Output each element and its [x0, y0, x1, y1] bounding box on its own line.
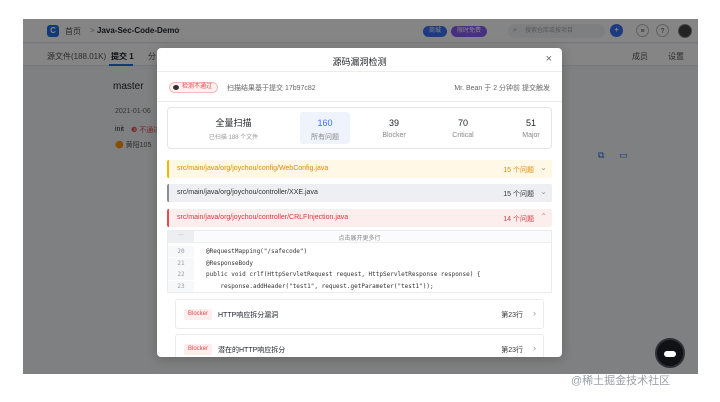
watermark-text: @稀土掘金技术社区: [571, 375, 671, 387]
severity-badge: Blocker: [184, 309, 213, 320]
chevron-down-icon: ⌄: [540, 187, 547, 196]
dialog-title: 源码漏洞检测: [332, 57, 387, 67]
stat-label: 所有问题: [311, 134, 339, 141]
full-scan-summary: 全量扫描 已扫描 188 个文件: [176, 108, 291, 148]
line-source: public void crlf(HttpServletRequest requ…: [206, 271, 481, 278]
stat-all-issues[interactable]: 160 所有问题: [300, 112, 350, 144]
file-path: src/main/java/org/joychou/controller/CRL…: [177, 214, 349, 221]
stat-label: Critical: [452, 132, 474, 139]
stat-value: 51: [525, 118, 536, 128]
file-issue-count: 15 个问题: [503, 191, 534, 198]
scan-stats-panel: 全量扫描 已扫描 188 个文件 160 所有问题 39 Blocker 70 …: [167, 107, 552, 149]
file-row-xxe[interactable]: src/main/java/org/joychou/controller/XXE…: [167, 184, 552, 202]
scan-status-row: 检测不通过 扫描结果基于提交 17b97c82 Mr. Bean 于 2 分钟前…: [157, 72, 562, 102]
stat-value: 160: [317, 118, 333, 128]
trigger-info-text: Mr. Bean 于 2 分钟前 提交触发: [454, 85, 550, 92]
status-dot-icon: [173, 85, 179, 90]
file-row-crlf[interactable]: src/main/java/org/joychou/controller/CRL…: [167, 209, 552, 227]
line-number: 20: [168, 246, 194, 257]
chevron-down-icon: ⌄: [540, 163, 547, 172]
code-line: 22 public void crlf(HttpServletRequest r…: [168, 269, 551, 280]
scan-basis-text: 扫描结果基于提交 17b97c82: [227, 85, 316, 92]
stat-value: 70: [457, 118, 468, 128]
line-source: @RequestMapping("/safecode"): [206, 248, 308, 255]
file-issue-count: 15 个问题: [503, 167, 534, 174]
chevron-up-icon: ⌃: [540, 212, 547, 221]
chevron-right-icon: ›: [533, 343, 536, 353]
stat-label: Blocker: [382, 132, 406, 139]
dialog-header: 源码漏洞检测 ×: [157, 48, 562, 72]
issue-title: 潜在的HTTP响应拆分: [218, 347, 286, 354]
file-path: src/main/java/org/joychou/config/WebConf…: [177, 165, 329, 172]
file-path: src/main/java/org/joychou/controller/XXE…: [177, 189, 318, 196]
close-icon[interactable]: ×: [546, 53, 552, 65]
chevron-right-icon: ›: [533, 308, 536, 318]
line-number: 22: [168, 269, 194, 280]
line-number: 21: [168, 258, 194, 269]
code-line: 23 response.addHeader("test1", request.g…: [168, 281, 551, 292]
line-source: @ResponseBody: [206, 260, 253, 267]
status-badge-label: 检测不通过: [182, 84, 213, 90]
file-issue-count: 14 个问题: [503, 216, 534, 223]
stat-label: Major: [522, 132, 540, 139]
issue-item[interactable]: Blocker HTTP响应拆分漏洞 第23行 ›: [175, 299, 544, 329]
assistant-robot-icon[interactable]: [655, 338, 685, 368]
issue-item[interactable]: Blocker 潜在的HTTP响应拆分 第23行 ›: [175, 334, 544, 357]
expand-more-text[interactable]: 点击展开更多行: [168, 233, 551, 242]
robot-eyes: [664, 351, 676, 357]
file-row-webconfig[interactable]: src/main/java/org/joychou/config/WebConf…: [167, 160, 552, 178]
line-number: 23: [168, 281, 194, 292]
full-scan-title: 全量扫描: [215, 118, 252, 128]
code-snippet: ··· 点击展开更多行 20 @RequestMapping("/safecod…: [167, 230, 552, 293]
line-source: response.addHeader("test1", request.getP…: [206, 283, 434, 290]
severity-badge: Blocker: [184, 344, 213, 355]
vulnerability-scan-dialog: 源码漏洞检测 × 检测不通过 扫描结果基于提交 17b97c82 Mr. Bea…: [157, 48, 562, 357]
stat-value: 39: [388, 118, 399, 128]
expand-more-lines[interactable]: ··· 点击展开更多行: [168, 231, 551, 243]
stat-blocker[interactable]: 39 Blocker: [369, 112, 419, 144]
stat-major[interactable]: 51 Major: [506, 112, 556, 144]
issue-title: HTTP响应拆分漏洞: [218, 312, 279, 319]
issue-line: 第23行: [501, 347, 523, 354]
stat-critical[interactable]: 70 Critical: [438, 112, 488, 144]
full-scan-subtitle: 已扫描 188 个文件: [208, 135, 259, 141]
code-line: 20 @RequestMapping("/safecode"): [168, 246, 551, 257]
status-badge: 检测不通过: [169, 82, 219, 93]
code-line: 21 @ResponseBody: [168, 258, 551, 269]
issue-line: 第23行: [501, 312, 523, 319]
